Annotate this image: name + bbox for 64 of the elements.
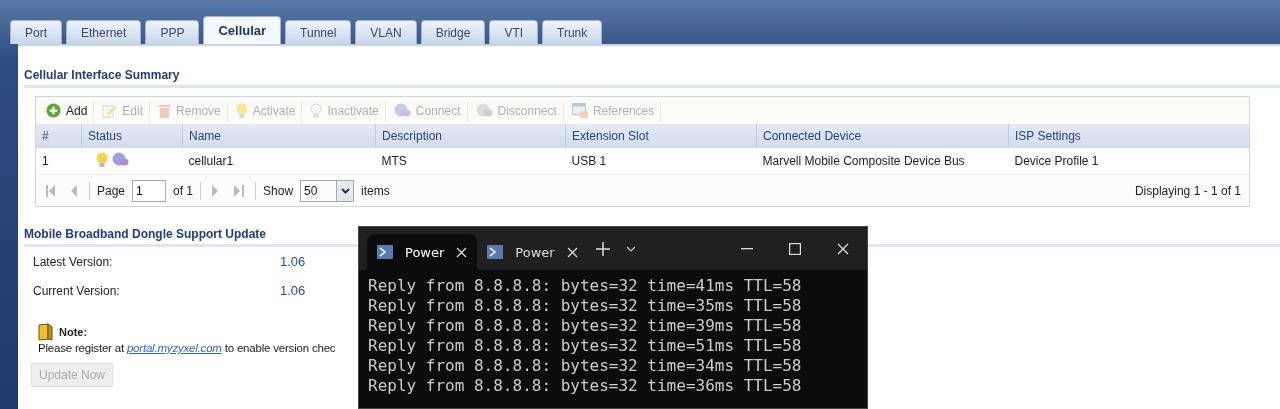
close-icon[interactable] [837, 242, 849, 255]
table-cell: MTS [375, 148, 566, 175]
terminal-line: Reply from 8.8.8.8: bytes=32 time=39ms TTL=58 [368, 316, 803, 336]
powershell-icon [377, 245, 393, 259]
tab[interactable]: VTI [489, 20, 539, 44]
field-label: Latest Version: [33, 254, 114, 269]
displaying-text: Displaying 1 - 1 of 1 [1134, 183, 1241, 198]
field-value: 1.06 [280, 254, 306, 269]
terminal-line: Reply from 8.8.8.8: bytes=32 time=51ms TTL=58 [368, 336, 803, 356]
bulb-icon [310, 102, 323, 119]
bulb-icon [235, 102, 248, 119]
column-header[interactable]: Name [182, 124, 376, 148]
field-value: 1.06 [280, 283, 306, 298]
toolbar-button[interactable]: Add [40, 99, 95, 122]
column-header[interactable]: Description [375, 124, 566, 148]
table-cell: 1 [36, 148, 82, 175]
globe-icon [475, 103, 493, 118]
trash-icon [158, 103, 172, 118]
column-header[interactable]: Extension Slot [565, 124, 757, 148]
plus-icon[interactable] [595, 241, 610, 256]
terminal-line: Reply from 8.8.8.8: bytes=32 time=35ms TTL=58 [368, 296, 803, 316]
section-title: Cellular Interface Summary [24, 66, 1280, 88]
close-icon[interactable] [566, 246, 578, 258]
tab[interactable]: Ethernet [66, 20, 142, 44]
note-text: Please register at portal.myzyxel.com to enable version chec [38, 342, 336, 354]
powershell-icon [487, 245, 504, 259]
terminal-line: Reply from 8.8.8.8: bytes=32 time=41ms TTL=58 [368, 276, 803, 296]
chevron-down-icon[interactable] [625, 245, 636, 252]
tab[interactable]: Cellular [203, 16, 282, 44]
note-icon [38, 323, 54, 341]
tab[interactable]: Port [10, 20, 62, 44]
terminal-line: Reply from 8.8.8.8: bytes=32 time=34ms TTL=58 [368, 356, 803, 376]
page-label: Page [97, 183, 126, 198]
tab[interactable]: Tunnel [285, 20, 352, 44]
maximize-icon[interactable] [789, 242, 801, 255]
chevron-down-icon [340, 187, 350, 194]
minimize-icon[interactable] [741, 247, 753, 250]
tab[interactable]: VLAN [355, 20, 417, 44]
page-count: of 1 [173, 183, 194, 198]
column-header[interactable]: Connected Device [756, 124, 1009, 148]
column-header[interactable]: # [36, 124, 82, 148]
items-label: items [361, 183, 390, 198]
globe-icon [393, 103, 411, 118]
tab[interactable]: Trunk [542, 20, 603, 44]
table-cell: cellular1 [182, 148, 376, 175]
plus-icon [46, 103, 61, 118]
table-cell: Device Profile 1 [1008, 148, 1249, 175]
column-header[interactable]: ISP Settings [1008, 124, 1249, 148]
table-icon [571, 103, 588, 118]
portal-link[interactable]: portal.myzyxel.com [126, 342, 222, 354]
page-field[interactable]: 1 [132, 179, 167, 202]
pencil-icon [102, 103, 118, 118]
terminal-tab[interactable]: Power [367, 234, 478, 270]
terminal-line: Reply from 8.8.8.8: bytes=32 time=36ms TTL=58 [368, 376, 803, 396]
note-title: Note: [59, 326, 88, 338]
show-label: Show [263, 183, 294, 198]
page-size-dropdown[interactable]: 50 [300, 179, 355, 202]
close-icon[interactable] [456, 246, 468, 258]
tab[interactable]: Bridge [420, 20, 486, 44]
field-label: Current Version: [33, 283, 121, 298]
table-cell: Marvell Mobile Composite Device Bus [756, 148, 1009, 175]
tab[interactable]: PPP [145, 20, 200, 44]
column-header[interactable]: Status [81, 124, 183, 148]
table-cell: USB 1 [565, 148, 757, 175]
